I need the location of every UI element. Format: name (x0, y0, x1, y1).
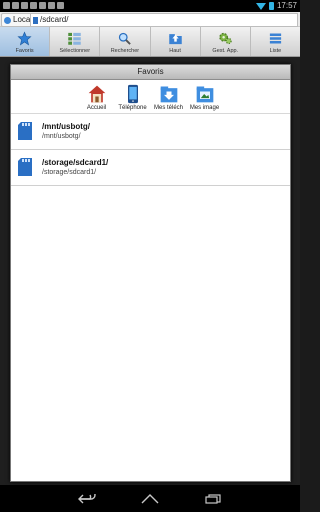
toolbar-up-button[interactable]: Haut (151, 27, 201, 56)
sdcard-icon (33, 16, 38, 24)
quick-images[interactable]: Mes image (189, 84, 221, 111)
toolbar-list-button[interactable]: Liste (251, 27, 300, 56)
back-button[interactable] (78, 493, 96, 505)
favorite-path: /storage/sdcard1/ (42, 169, 97, 176)
toolbar-favoris-button[interactable]: Favoris (0, 27, 51, 56)
home-icon (87, 84, 107, 104)
toolbar-label: Sélectionner (59, 48, 91, 54)
notification-icon (39, 2, 46, 9)
notification-icons (3, 2, 64, 9)
up-folder-icon (168, 31, 183, 46)
list-icon (268, 31, 283, 46)
favorite-item[interactable]: /storage/sdcard1/ /storage/sdcard1/ (11, 150, 290, 186)
notification-icon (48, 2, 55, 9)
quick-label: Téléphone (118, 105, 147, 111)
quick-phone[interactable]: Téléphone (117, 84, 149, 111)
downloads-folder-icon (159, 84, 179, 104)
back-icon (78, 493, 96, 503)
quick-home[interactable]: Accueil (81, 84, 113, 111)
search-icon (117, 31, 132, 46)
favorite-title: /storage/sdcard1/ (42, 158, 109, 167)
navigation-bar (0, 485, 300, 512)
notification-icon (3, 2, 10, 9)
quick-label: Mes image (189, 105, 220, 111)
sdcard-icon (18, 122, 32, 140)
home-button[interactable] (141, 493, 159, 505)
gears-icon (218, 31, 233, 46)
notification-icon (30, 2, 37, 9)
favorite-item[interactable]: /mnt/usbotg/ /mnt/usbotg/ (11, 114, 290, 150)
toolbar-app-manager-button[interactable]: Gest. App. (201, 27, 251, 56)
quick-access-bar: Accueil Téléphone Mes téléch Mes image (11, 80, 290, 114)
quick-label: Mes téléch (153, 105, 183, 111)
home-nav-icon (141, 493, 159, 503)
notification-icon (12, 2, 19, 9)
status-bar: 17:57 (0, 0, 300, 12)
globe-icon (4, 16, 11, 24)
star-icon (17, 31, 32, 46)
favorite-title: /mnt/usbotg/ (42, 122, 90, 131)
quick-downloads[interactable]: Mes téléch (153, 84, 185, 111)
phone-icon (123, 84, 143, 104)
toolbar-label: Rechercher (110, 48, 140, 54)
address-bar: Local /sdcard/ (0, 12, 300, 27)
select-grid-icon (67, 31, 82, 46)
favorites-dialog: Favoris Accueil Téléphone Mes téléch Mes… (10, 64, 291, 482)
toolbar-select-button[interactable]: Sélectionner (50, 27, 101, 56)
toolbar-label: Haut (169, 48, 181, 54)
wifi-icon (255, 3, 266, 10)
recent-apps-icon (205, 493, 221, 504)
path-field[interactable]: /sdcard/ (30, 13, 298, 27)
toolbar-label: Liste (269, 48, 282, 54)
path-text: /sdcard/ (40, 15, 69, 24)
battery-icon (268, 2, 274, 10)
favorite-path: /mnt/usbotg/ (42, 133, 81, 140)
images-folder-icon (195, 84, 215, 104)
status-time: 17:57 (276, 1, 297, 10)
toolbar-search-button[interactable]: Rechercher (100, 27, 151, 56)
sdcard-icon (18, 158, 32, 176)
toolbar: Favoris Sélectionner Rechercher Haut Ges… (0, 27, 300, 57)
dialog-title: Favoris (11, 65, 290, 80)
toolbar-label: Favoris (15, 48, 34, 54)
notification-icon (21, 2, 28, 9)
quick-label: Accueil (86, 105, 107, 111)
notification-icon (57, 2, 64, 9)
recent-apps-button[interactable] (204, 493, 222, 505)
toolbar-label: Gest. App. (212, 48, 239, 54)
